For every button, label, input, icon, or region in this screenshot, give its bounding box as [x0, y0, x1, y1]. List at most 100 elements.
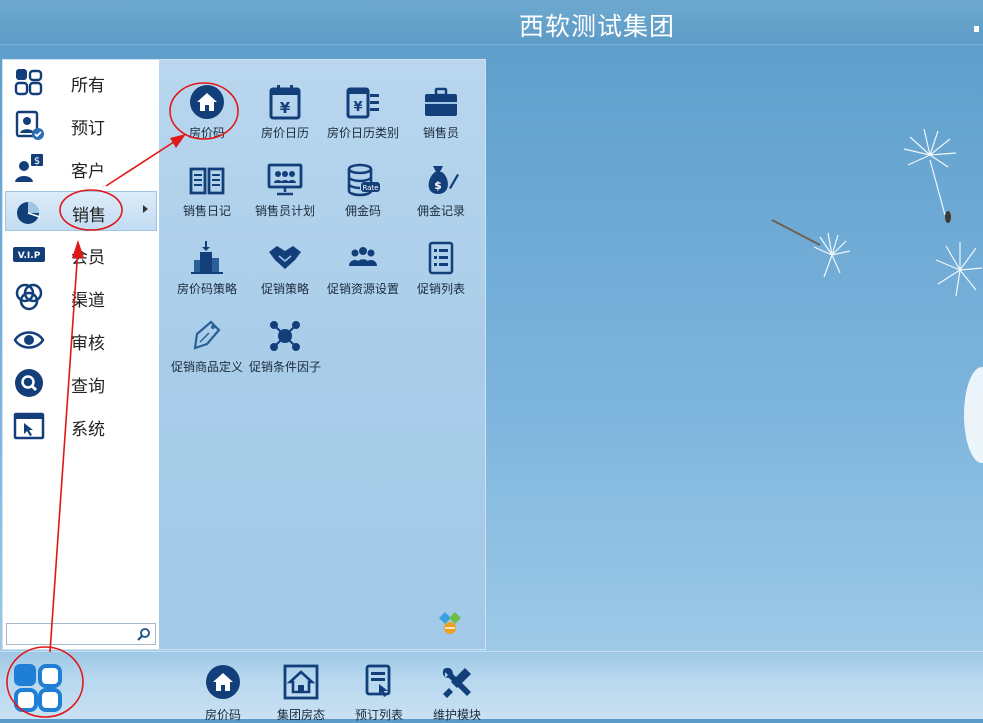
taskbar-label: 集团房态 [276, 708, 325, 722]
module-label: 促销列表 [416, 282, 465, 296]
home-icon [206, 665, 240, 699]
search-icon[interactable] [137, 627, 151, 641]
dandelion-decoration [771, 128, 983, 463]
module-label: 销售员计划 [254, 204, 315, 218]
search-input[interactable] [9, 625, 133, 643]
channel-icon [15, 283, 43, 311]
start-button[interactable] [8, 658, 68, 718]
category-label: 审核 [71, 334, 105, 354]
taskbar-label: 维护模块 [432, 708, 481, 722]
category-label: 会员 [71, 248, 105, 268]
module-promotion-condition-factor[interactable]: 促销条件因子 [245, 318, 325, 390]
category-system[interactable]: 系统 [5, 406, 157, 446]
search-box [6, 623, 156, 645]
category-sales[interactable]: 销售 [5, 191, 157, 231]
presentation-icon [267, 163, 303, 196]
svg-text:¥: ¥ [353, 100, 362, 115]
taskbar: 房价码 集团房态 预订列表 维护模块 [0, 651, 983, 722]
category-label: 预订 [71, 119, 105, 139]
reservation-icon [15, 110, 44, 140]
module-label: 房价码策略 [176, 282, 237, 296]
money-bag-icon: $ [428, 166, 459, 194]
module-salesperson-plan[interactable]: 销售员计划 [245, 162, 325, 234]
module-promotion-list[interactable]: 促销列表 [401, 240, 481, 312]
category-label: 销售 [72, 206, 106, 226]
module-promotion-strategy[interactable]: 促销策略 [245, 240, 325, 312]
module-promotion-product-definition[interactable]: 促销商品定义 [167, 318, 247, 390]
module-label: 房价日历 [260, 126, 309, 140]
category-query[interactable]: 查询 [5, 363, 157, 403]
system-icon [13, 412, 45, 440]
module-label: 房价码 [188, 126, 225, 140]
module-label: 销售日记 [182, 204, 231, 218]
submenu-arrow-icon [143, 205, 148, 213]
module-label: 房价日历类别 [326, 126, 399, 140]
title-bar: 西软测试集团 [0, 0, 983, 45]
start-menu: 所有 预订 $ 客户 销售 V.I.P 会员 渠道 审核 查询 系统 房价码 ¥… [2, 59, 486, 650]
window-corner-mark [974, 26, 979, 32]
query-icon [15, 369, 43, 397]
svg-text:$: $ [434, 179, 442, 192]
all-apps-icon [14, 69, 43, 96]
category-all[interactable]: 所有 [5, 62, 157, 102]
svg-text:$: $ [34, 156, 40, 167]
module-label: 促销策略 [260, 282, 309, 296]
audit-icon [13, 331, 45, 349]
taskbar-label: 房价码 [204, 708, 241, 722]
module-sales-diary[interactable]: 销售日记 [167, 162, 247, 234]
network-icon [270, 321, 300, 351]
handshake-icon [269, 246, 301, 269]
category-channel[interactable]: 渠道 [5, 277, 157, 317]
sales-module-panel: 房价码 ¥ 房价日历 ¥ 房价日历类别 销售员 销售日记 销售员计划 Rate … [159, 60, 485, 649]
building-icon [191, 241, 223, 274]
group-house-icon [283, 664, 319, 700]
svg-text:¥: ¥ [280, 99, 291, 117]
module-price-calendar-category[interactable]: ¥ 房价日历类别 [323, 84, 403, 156]
module-label: 佣金码 [344, 204, 381, 218]
category-customer[interactable]: $ 客户 [5, 148, 157, 188]
group-icon [349, 247, 377, 266]
gems-icon[interactable] [435, 608, 465, 638]
home-icon [190, 85, 224, 119]
category-reservation[interactable]: 预订 [5, 105, 157, 145]
category-label: 渠道 [71, 291, 105, 311]
category-list: 所有 预订 $ 客户 销售 V.I.P 会员 渠道 审核 查询 系统 [3, 60, 159, 649]
sales-icon [17, 202, 41, 224]
svg-text:Rate: Rate [362, 184, 378, 192]
module-label: 促销商品定义 [170, 360, 243, 374]
list-icon [428, 241, 454, 275]
module-price-calendar[interactable]: ¥ 房价日历 [245, 84, 325, 156]
taskbar-reservation-list[interactable]: 预订列表 [344, 664, 414, 722]
reservation-list-icon [365, 664, 391, 697]
tools-icon [442, 667, 471, 698]
customer-icon: $ [15, 154, 43, 182]
taskbar-maintenance-module[interactable]: 维护模块 [422, 664, 492, 722]
taskbar-label: 预订列表 [354, 708, 403, 722]
category-vip[interactable]: V.I.P 会员 [5, 234, 157, 274]
category-label: 所有 [71, 76, 105, 96]
price-tag-icon [193, 320, 221, 350]
taskbar-rate-code[interactable]: 房价码 [188, 664, 258, 722]
svg-text:V.I.P: V.I.P [18, 251, 41, 261]
module-commission-record[interactable]: $ 佣金记录 [401, 162, 481, 234]
briefcase-icon [425, 87, 457, 116]
module-commission-code[interactable]: Rate 佣金码 [323, 162, 403, 234]
module-promotion-resource-setting[interactable]: 促销资源设置 [323, 240, 403, 312]
module-salesperson[interactable]: 销售员 [401, 84, 481, 156]
vip-icon: V.I.P [13, 247, 45, 262]
module-rate-code-strategy[interactable]: 房价码策略 [167, 240, 247, 312]
module-label: 佣金记录 [416, 204, 465, 218]
price-calendar-category-icon: ¥ [346, 87, 379, 119]
module-label: 促销条件因子 [248, 360, 321, 374]
category-label: 客户 [71, 162, 105, 182]
price-calendar-icon: ¥ [269, 85, 301, 120]
category-label: 系统 [71, 420, 105, 440]
module-label: 促销资源设置 [326, 282, 399, 296]
module-rate-code[interactable]: 房价码 [167, 84, 247, 156]
category-label: 查询 [71, 377, 105, 397]
open-book-icon [189, 167, 225, 195]
app-title: 西软测试集团 [519, 12, 676, 41]
module-label: 销售员 [422, 126, 459, 140]
taskbar-group-room-status[interactable]: 集团房态 [266, 664, 336, 722]
category-audit[interactable]: 审核 [5, 320, 157, 360]
